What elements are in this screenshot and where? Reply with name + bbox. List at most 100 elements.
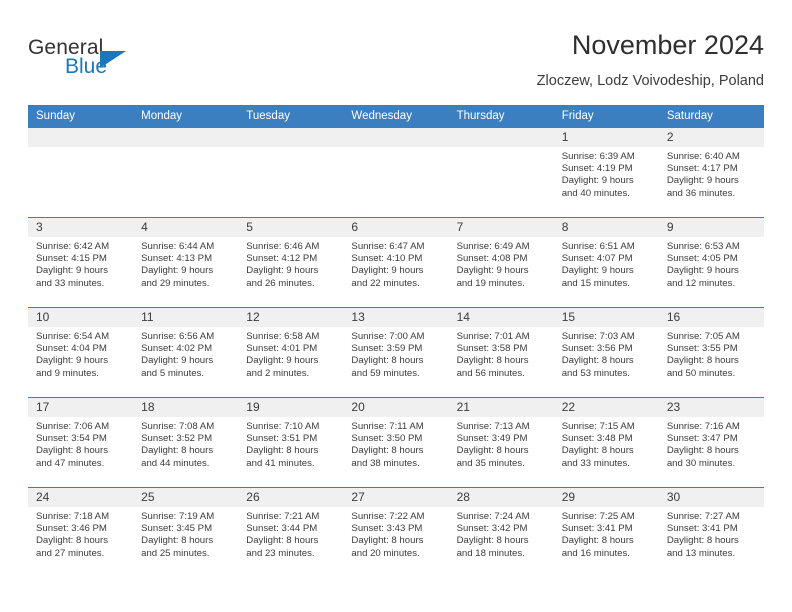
daylight-text-line2: and 27 minutes. xyxy=(36,547,105,559)
calendar-day-cell[interactable]: 7 Sunrise: 6:49 AM Sunset: 4:08 PM Daylight… xyxy=(448,217,554,308)
day-number: 30 xyxy=(658,488,764,507)
day-sun-info: Sunrise: 6:54 AM Sunset: 4:04 PM Daylight:… xyxy=(28,327,133,380)
day-cell: 11 Sunrise: 6:56 AM Sunset: 4:02 PM Dayligh… xyxy=(133,308,239,397)
sunrise-text: Sunrise: 6:58 AM xyxy=(246,331,320,342)
day-sun-info: Sunrise: 7:10 AM Sunset: 3:51 PM Daylight:… xyxy=(238,417,343,470)
calendar-day-cell[interactable] xyxy=(448,128,554,218)
day-sun-info: Sunrise: 6:49 AM Sunset: 4:08 PM Daylight:… xyxy=(449,237,554,290)
day-number: 16 xyxy=(658,308,764,327)
calendar-day-cell[interactable]: 5 Sunrise: 6:46 AM Sunset: 4:12 PM Daylight… xyxy=(238,217,344,308)
calendar-day-cell[interactable]: 29 Sunrise: 7:25 AM Sunset: 3:41 PM Dayligh… xyxy=(553,487,659,577)
sunrise-text: Sunrise: 6:40 AM xyxy=(666,151,740,162)
daylight-text-line1: Daylight: 8 hours xyxy=(456,535,529,547)
day-number: 2 xyxy=(658,128,764,147)
calendar-day-cell[interactable]: 23 Sunrise: 7:16 AM Sunset: 3:47 PM Dayligh… xyxy=(658,397,764,488)
calendar-day-cell[interactable]: 22 Sunrise: 7:15 AM Sunset: 3:48 PM Dayligh… xyxy=(553,397,659,488)
calendar-day-cell[interactable]: 20 Sunrise: 7:11 AM Sunset: 3:50 PM Dayligh… xyxy=(343,397,449,488)
day-cell: 18 Sunrise: 7:08 AM Sunset: 3:52 PM Dayligh… xyxy=(133,398,239,487)
sunset-text: Sunset: 4:01 PM xyxy=(246,343,318,355)
sunrise-text: Sunrise: 7:27 AM xyxy=(666,511,740,522)
day-sun-info: Sunrise: 7:06 AM Sunset: 3:54 PM Daylight:… xyxy=(28,417,133,470)
calendar-day-cell[interactable]: 16 Sunrise: 7:05 AM Sunset: 3:55 PM Dayligh… xyxy=(658,307,764,398)
day-sun-info: Sunrise: 7:13 AM Sunset: 3:49 PM Daylight:… xyxy=(449,417,554,470)
weekday-header-cell: Sunday xyxy=(28,105,134,128)
daylight-text-line1: Daylight: 8 hours xyxy=(561,355,634,367)
sunrise-text: Sunrise: 7:03 AM xyxy=(561,331,635,342)
sunrise-text: Sunrise: 6:44 AM xyxy=(141,241,215,252)
calendar-day-cell[interactable] xyxy=(28,128,134,218)
calendar-day-cell[interactable]: 17 Sunrise: 7:06 AM Sunset: 3:54 PM Dayligh… xyxy=(28,397,134,488)
daylight-text-line1: Daylight: 8 hours xyxy=(141,535,214,547)
calendar-day-cell[interactable]: 25 Sunrise: 7:19 AM Sunset: 3:45 PM Dayligh… xyxy=(133,487,239,577)
sunset-text: Sunset: 3:56 PM xyxy=(561,343,633,355)
daylight-text-line1: Daylight: 8 hours xyxy=(456,355,529,367)
day-cell: 23 Sunrise: 7:16 AM Sunset: 3:47 PM Dayligh… xyxy=(658,398,764,487)
day-number: 26 xyxy=(238,488,344,507)
calendar-day-cell[interactable]: 3 Sunrise: 6:42 AM Sunset: 4:15 PM Daylight… xyxy=(28,217,134,308)
day-number xyxy=(448,128,554,147)
calendar-day-cell[interactable]: 11 Sunrise: 6:56 AM Sunset: 4:02 PM Dayligh… xyxy=(133,307,239,398)
day-cell: 26 Sunrise: 7:21 AM Sunset: 3:44 PM Dayligh… xyxy=(238,488,344,577)
sunset-text: Sunset: 3:59 PM xyxy=(351,343,423,355)
sunrise-text: Sunrise: 7:22 AM xyxy=(351,511,425,522)
sunset-text: Sunset: 4:04 PM xyxy=(36,343,107,355)
daylight-text-line2: and 33 minutes. xyxy=(561,457,630,469)
sunset-text: Sunset: 3:55 PM xyxy=(666,343,738,355)
sunset-text: Sunset: 4:12 PM xyxy=(246,253,318,265)
sunrise-text: Sunrise: 7:08 AM xyxy=(141,421,215,432)
calendar-day-cell[interactable]: 21 Sunrise: 7:13 AM Sunset: 3:49 PM Dayligh… xyxy=(448,397,554,488)
daylight-text-line2: and 2 minutes. xyxy=(246,367,310,379)
calendar-day-cell[interactable]: 24 Sunrise: 7:18 AM Sunset: 3:46 PM Dayligh… xyxy=(28,487,134,577)
calendar-day-cell[interactable]: 2 Sunrise: 6:40 AM Sunset: 4:17 PM Daylight… xyxy=(658,128,764,218)
sunrise-text: Sunrise: 7:11 AM xyxy=(351,421,424,432)
calendar-day-cell[interactable]: 12 Sunrise: 6:58 AM Sunset: 4:01 PM Dayligh… xyxy=(238,307,344,398)
day-cell-empty xyxy=(343,128,449,217)
day-number: 27 xyxy=(343,488,449,507)
day-sun-info: Sunrise: 6:46 AM Sunset: 4:12 PM Daylight:… xyxy=(238,237,343,290)
calendar-day-cell[interactable]: 19 Sunrise: 7:10 AM Sunset: 3:51 PM Dayligh… xyxy=(238,397,344,488)
calendar-day-cell[interactable] xyxy=(343,128,449,218)
calendar-day-cell[interactable]: 30 Sunrise: 7:27 AM Sunset: 3:41 PM Dayligh… xyxy=(658,487,764,577)
calendar-day-cell[interactable]: 1 Sunrise: 6:39 AM Sunset: 4:19 PM Daylight… xyxy=(553,128,659,218)
calendar-day-cell[interactable]: 27 Sunrise: 7:22 AM Sunset: 3:43 PM Dayligh… xyxy=(343,487,449,577)
day-sun-info: Sunrise: 7:25 AM Sunset: 3:41 PM Daylight:… xyxy=(554,507,659,560)
calendar-day-cell[interactable]: 4 Sunrise: 6:44 AM Sunset: 4:13 PM Daylight… xyxy=(133,217,239,308)
calendar-day-cell[interactable]: 15 Sunrise: 7:03 AM Sunset: 3:56 PM Dayligh… xyxy=(553,307,659,398)
sunrise-text: Sunrise: 7:24 AM xyxy=(456,511,530,522)
day-cell: 6 Sunrise: 6:47 AM Sunset: 4:10 PM Daylight… xyxy=(343,218,449,307)
calendar-day-cell[interactable]: 8 Sunrise: 6:51 AM Sunset: 4:07 PM Daylight… xyxy=(553,217,659,308)
calendar-day-cell[interactable]: 10 Sunrise: 6:54 AM Sunset: 4:04 PM Dayligh… xyxy=(28,307,134,398)
day-cell-empty xyxy=(28,128,134,217)
sunrise-text: Sunrise: 6:42 AM xyxy=(36,241,110,252)
calendar-day-cell[interactable] xyxy=(133,128,239,218)
calendar-day-cell[interactable] xyxy=(238,128,344,218)
sunrise-text: Sunrise: 7:10 AM xyxy=(246,421,320,432)
day-sun-info: Sunrise: 7:15 AM Sunset: 3:48 PM Daylight:… xyxy=(554,417,659,470)
daylight-text-line1: Daylight: 9 hours xyxy=(456,265,529,277)
calendar-day-cell[interactable]: 6 Sunrise: 6:47 AM Sunset: 4:10 PM Daylight… xyxy=(343,217,449,308)
day-cell: 28 Sunrise: 7:24 AM Sunset: 3:42 PM Dayligh… xyxy=(448,488,554,577)
daylight-text-line1: Daylight: 8 hours xyxy=(36,535,108,547)
sunrise-text: Sunrise: 7:05 AM xyxy=(666,331,740,342)
day-number: 24 xyxy=(28,488,134,507)
calendar-day-cell[interactable]: 28 Sunrise: 7:24 AM Sunset: 3:42 PM Dayligh… xyxy=(448,487,554,577)
day-number: 4 xyxy=(133,218,239,237)
sunset-text: Sunset: 3:42 PM xyxy=(456,523,528,535)
sunrise-text: Sunrise: 7:13 AM xyxy=(456,421,530,432)
calendar-day-cell[interactable]: 26 Sunrise: 7:21 AM Sunset: 3:44 PM Dayligh… xyxy=(238,487,344,577)
day-cell: 20 Sunrise: 7:11 AM Sunset: 3:50 PM Dayligh… xyxy=(343,398,449,487)
calendar-day-cell[interactable]: 18 Sunrise: 7:08 AM Sunset: 3:52 PM Dayligh… xyxy=(133,397,239,488)
day-number: 5 xyxy=(238,218,344,237)
day-cell-empty xyxy=(448,128,554,217)
calendar-day-cell[interactable]: 14 Sunrise: 7:01 AM Sunset: 3:58 PM Dayligh… xyxy=(448,307,554,398)
sunset-text: Sunset: 4:13 PM xyxy=(141,253,213,265)
daylight-text-line2: and 19 minutes. xyxy=(456,277,525,289)
day-cell: 15 Sunrise: 7:03 AM Sunset: 3:56 PM Dayligh… xyxy=(553,308,659,397)
calendar-day-cell[interactable]: 9 Sunrise: 6:53 AM Sunset: 4:05 PM Daylight… xyxy=(658,217,764,308)
sunset-text: Sunset: 3:50 PM xyxy=(351,433,423,445)
daylight-text-line1: Daylight: 9 hours xyxy=(246,265,319,277)
day-number: 17 xyxy=(28,398,134,417)
day-number: 18 xyxy=(133,398,239,417)
daylight-text-line1: Daylight: 9 hours xyxy=(141,355,214,367)
calendar-day-cell[interactable]: 13 Sunrise: 7:00 AM Sunset: 3:59 PM Dayligh… xyxy=(343,307,449,398)
